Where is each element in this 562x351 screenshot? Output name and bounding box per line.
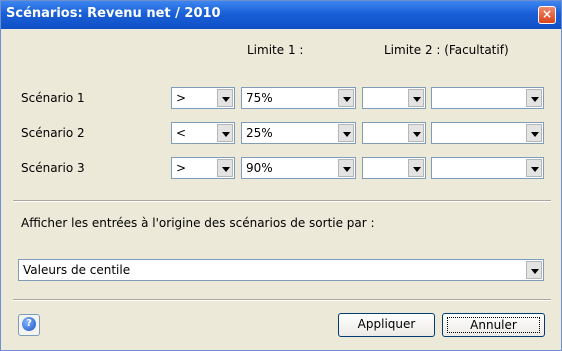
output-label: Afficher les entrées à l'origine des scé… [21,216,375,230]
chevron-down-icon[interactable] [408,89,424,107]
cancel-button[interactable]: Annuler [442,313,545,337]
chevron-down-icon[interactable] [408,159,424,177]
title-bar[interactable]: Scénarios: Revenu net / 2010 × [1,1,561,29]
scenario-3-operator1-value: > [176,161,187,175]
scenario-2-value1-select[interactable]: 25% [241,122,356,144]
scenario-1-operator1-select[interactable]: > [171,87,235,109]
scenario-2-value1-value: 25% [246,126,273,140]
chevron-down-icon[interactable] [526,159,542,177]
scenario-1-value1-value: 75% [246,91,273,105]
scenario-3-value2-select[interactable] [431,157,544,179]
chevron-down-icon[interactable] [526,261,542,279]
scenario-2-operator1-value: < [176,126,187,140]
scenario-2-value2-select[interactable] [431,122,544,144]
scenario-1-label: Scénario 1 [21,91,85,105]
scenario-1-value1-select[interactable]: 75% [241,87,356,109]
scenario-2-operator1-select[interactable]: < [171,122,235,144]
limit1-header: Limite 1 : [247,43,304,57]
output-select[interactable]: Valeurs de centile [18,259,544,281]
chevron-down-icon[interactable] [338,159,354,177]
chevron-down-icon[interactable] [338,89,354,107]
chevron-down-icon[interactable] [338,124,354,142]
chevron-down-icon[interactable] [217,89,233,107]
dialog-title: Scénarios: Revenu net / 2010 [6,6,221,21]
scenario-1-operator1-value: > [176,91,187,105]
scenario-2-operator2-select[interactable] [362,122,426,144]
separator [13,299,551,301]
scenario-3-operator2-select[interactable] [362,157,426,179]
scenario-3-operator1-select[interactable]: > [171,157,235,179]
chevron-down-icon[interactable] [526,124,542,142]
cancel-button-label: Annuler [447,317,540,333]
help-icon: ? [22,317,36,331]
chevron-down-icon[interactable] [217,124,233,142]
chevron-down-icon[interactable] [217,159,233,177]
help-button[interactable]: ? [18,314,40,336]
close-icon: × [541,7,553,21]
close-button[interactable]: × [538,6,556,24]
scenario-2-label: Scénario 2 [21,126,85,140]
scenario-3-label: Scénario 3 [21,161,85,175]
apply-button[interactable]: Appliquer [338,313,435,337]
scenario-1-value2-select[interactable] [431,87,544,109]
limit2-header: Limite 2 : (Facultatif) [384,43,509,57]
chevron-down-icon[interactable] [408,124,424,142]
scenario-1-operator2-select[interactable] [362,87,426,109]
scenario-3-value1-select[interactable]: 90% [241,157,356,179]
chevron-down-icon[interactable] [526,89,542,107]
output-select-value: Valeurs de centile [23,263,131,277]
scenario-3-value1-value: 90% [246,161,273,175]
dialog-window: Scénarios: Revenu net / 2010 × Limite 1 … [0,0,562,351]
separator [13,200,551,202]
